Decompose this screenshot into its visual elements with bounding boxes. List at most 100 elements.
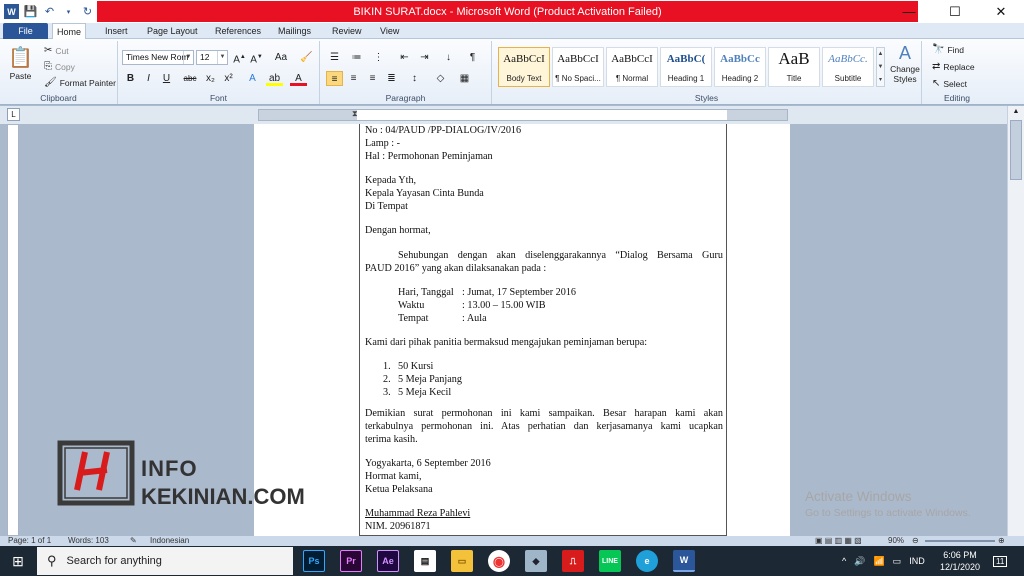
close-button[interactable]: ✕	[978, 0, 1024, 23]
letter-number: No : 04/PAUD /PP-DIALOG/IV/2016	[365, 125, 522, 136]
save-icon[interactable]: 💾	[23, 4, 38, 19]
align-left-icon[interactable]: ≡	[326, 71, 343, 86]
shading-icon[interactable]: ◇	[432, 71, 449, 86]
detail-date-value: : Jumat, 17 September 2016	[462, 287, 577, 298]
horizontal-ruler[interactable]: ⧗	[258, 109, 788, 121]
strikethrough-button[interactable]: abc	[180, 71, 200, 86]
app-icon[interactable]: ◆	[525, 550, 547, 572]
vertical-ruler[interactable]	[7, 124, 19, 536]
bullets-icon[interactable]: ☰	[326, 50, 343, 65]
scroll-thumb[interactable]	[1010, 120, 1022, 180]
find-button[interactable]: 🔭 Find	[932, 44, 964, 55]
line-app-icon[interactable]: LINE	[599, 550, 621, 572]
undo-dropdown-icon[interactable]: ▾	[61, 4, 76, 19]
decrease-indent-icon[interactable]: ⇤	[396, 50, 413, 65]
tab-review[interactable]: Review	[328, 23, 366, 39]
premiere-icon[interactable]: Pr	[340, 550, 362, 572]
tab-mailings[interactable]: Mailings	[274, 23, 315, 39]
paragraph-3-line-3: terima kasih.	[365, 434, 418, 445]
volume-icon[interactable]: 🔊	[854, 556, 865, 567]
maximize-button[interactable]: ☐	[932, 0, 978, 23]
format-painter-button[interactable]: 🖌 Format Painter	[44, 77, 116, 88]
style-heading-1[interactable]: AaBbC( Heading 1	[660, 47, 712, 87]
tab-file[interactable]: File	[3, 23, 48, 39]
view-buttons[interactable]: ▣ ▤ ▥ ▦ ▧	[815, 536, 862, 546]
proofing-icon[interactable]: ✎	[130, 536, 137, 546]
underline-button[interactable]: U	[158, 71, 175, 86]
align-right-icon[interactable]: ≡	[364, 71, 381, 86]
show-formatting-icon[interactable]: ¶	[464, 50, 481, 65]
tab-page-layout[interactable]: Page Layout	[143, 23, 202, 39]
style-subtitle[interactable]: AaBbCc. Subtitle	[822, 47, 874, 87]
style-body-text[interactable]: AaBbCcI Body Text	[498, 47, 550, 87]
sort-icon[interactable]: ↓	[440, 50, 457, 65]
superscript-button[interactable]: x²	[220, 71, 237, 86]
cut-button[interactable]: ✂ Cut	[44, 45, 69, 56]
tab-view[interactable]: View	[376, 23, 403, 39]
zoom-in-icon[interactable]: ⊕	[998, 536, 1005, 546]
tab-home[interactable]: Home	[52, 23, 87, 40]
file-explorer-icon[interactable]: ▭	[451, 550, 473, 572]
undo-icon[interactable]: ↶	[42, 4, 57, 19]
battery-icon[interactable]: ▭	[893, 556, 902, 567]
pdf-reader-icon[interactable]: ⎍	[562, 550, 584, 572]
input-language[interactable]: IND	[909, 556, 925, 566]
text-effects-icon[interactable]: A	[244, 71, 261, 86]
zoom-out-icon[interactable]: ⊖	[912, 536, 919, 546]
page-count[interactable]: Page: 1 of 1	[8, 536, 51, 546]
align-center-icon[interactable]: ≡	[345, 71, 362, 86]
highlight-icon[interactable]: ab	[266, 71, 283, 86]
tab-insert[interactable]: Insert	[101, 23, 132, 39]
bold-button[interactable]: B	[122, 71, 139, 86]
multilevel-list-icon[interactable]: ⋮	[370, 50, 387, 65]
language[interactable]: Indonesian	[150, 536, 189, 546]
change-case-button[interactable]: Aa	[270, 50, 292, 65]
numbering-icon[interactable]: ≔	[348, 50, 365, 65]
edge-icon[interactable]: e	[636, 550, 658, 572]
minimize-button[interactable]: —	[886, 0, 932, 23]
word-taskbar-icon[interactable]: W	[673, 550, 695, 572]
tab-selector-icon[interactable]: L	[7, 108, 20, 121]
style-heading-2[interactable]: AaBbCc Heading 2	[714, 47, 766, 87]
indent-marker-icon[interactable]: ⧗	[352, 109, 358, 119]
tab-references[interactable]: References	[211, 23, 265, 39]
copy-button[interactable]: ⎘ Copy	[44, 61, 75, 72]
borders-icon[interactable]: ▦	[456, 71, 473, 86]
taskbar-search[interactable]: ⚲ Search for anything	[37, 547, 293, 575]
increase-indent-icon[interactable]: ⇥	[416, 50, 433, 65]
notification-center-icon[interactable]: 11	[993, 546, 1008, 576]
grow-font-icon[interactable]: A▲	[231, 50, 248, 65]
italic-button[interactable]: I	[140, 71, 157, 86]
photoshop-icon[interactable]: Ps	[303, 550, 325, 572]
clear-formatting-icon[interactable]: 🧹	[298, 50, 315, 65]
replace-button[interactable]: ⇄ Replace	[932, 61, 975, 72]
style-normal[interactable]: AaBbCcI ¶ Normal	[606, 47, 658, 87]
windows-start-icon[interactable]: ⊞	[0, 546, 36, 576]
zoom-slider[interactable]	[925, 540, 995, 542]
scroll-up-icon[interactable]: ▲	[1010, 108, 1022, 118]
redo-icon[interactable]: ↻	[80, 4, 95, 19]
style-no-spacing[interactable]: AaBbCcI ¶ No Spaci...	[552, 47, 604, 87]
after-effects-icon[interactable]: Ae	[377, 550, 399, 572]
notepad-icon[interactable]: ▤	[414, 550, 436, 572]
shrink-font-icon[interactable]: A▼	[248, 50, 265, 65]
font-family-combo[interactable]: Times New Rom ▼	[122, 50, 194, 65]
line-spacing-icon[interactable]: ↕	[406, 71, 423, 86]
zoom-level[interactable]: 90%	[888, 536, 904, 546]
font-size-combo[interactable]: 12 ▼	[196, 50, 228, 65]
replace-icon: ⇄	[932, 61, 941, 72]
vertical-scrollbar[interactable]: ▲	[1007, 106, 1024, 536]
change-styles-button[interactable]: A Change Styles	[890, 43, 920, 84]
justify-icon[interactable]: ≣	[383, 71, 400, 86]
font-color-icon[interactable]: A	[290, 71, 307, 86]
network-icon[interactable]: 📶	[873, 556, 884, 567]
styles-scroll[interactable]: ▲ ▼ ▾	[876, 47, 885, 87]
word-count[interactable]: Words: 103	[68, 536, 109, 546]
clock[interactable]: 6:06 PM 12/1/2020	[940, 546, 980, 576]
chevron-up-icon[interactable]: ^	[842, 556, 846, 566]
chrome-icon[interactable]: ◉	[488, 550, 510, 572]
select-button[interactable]: ↖ Select	[932, 78, 967, 89]
subscript-button[interactable]: x₂	[202, 71, 219, 86]
style-title[interactable]: AaB Title	[768, 47, 820, 87]
paste-button[interactable]: 📋 Paste	[8, 45, 33, 81]
